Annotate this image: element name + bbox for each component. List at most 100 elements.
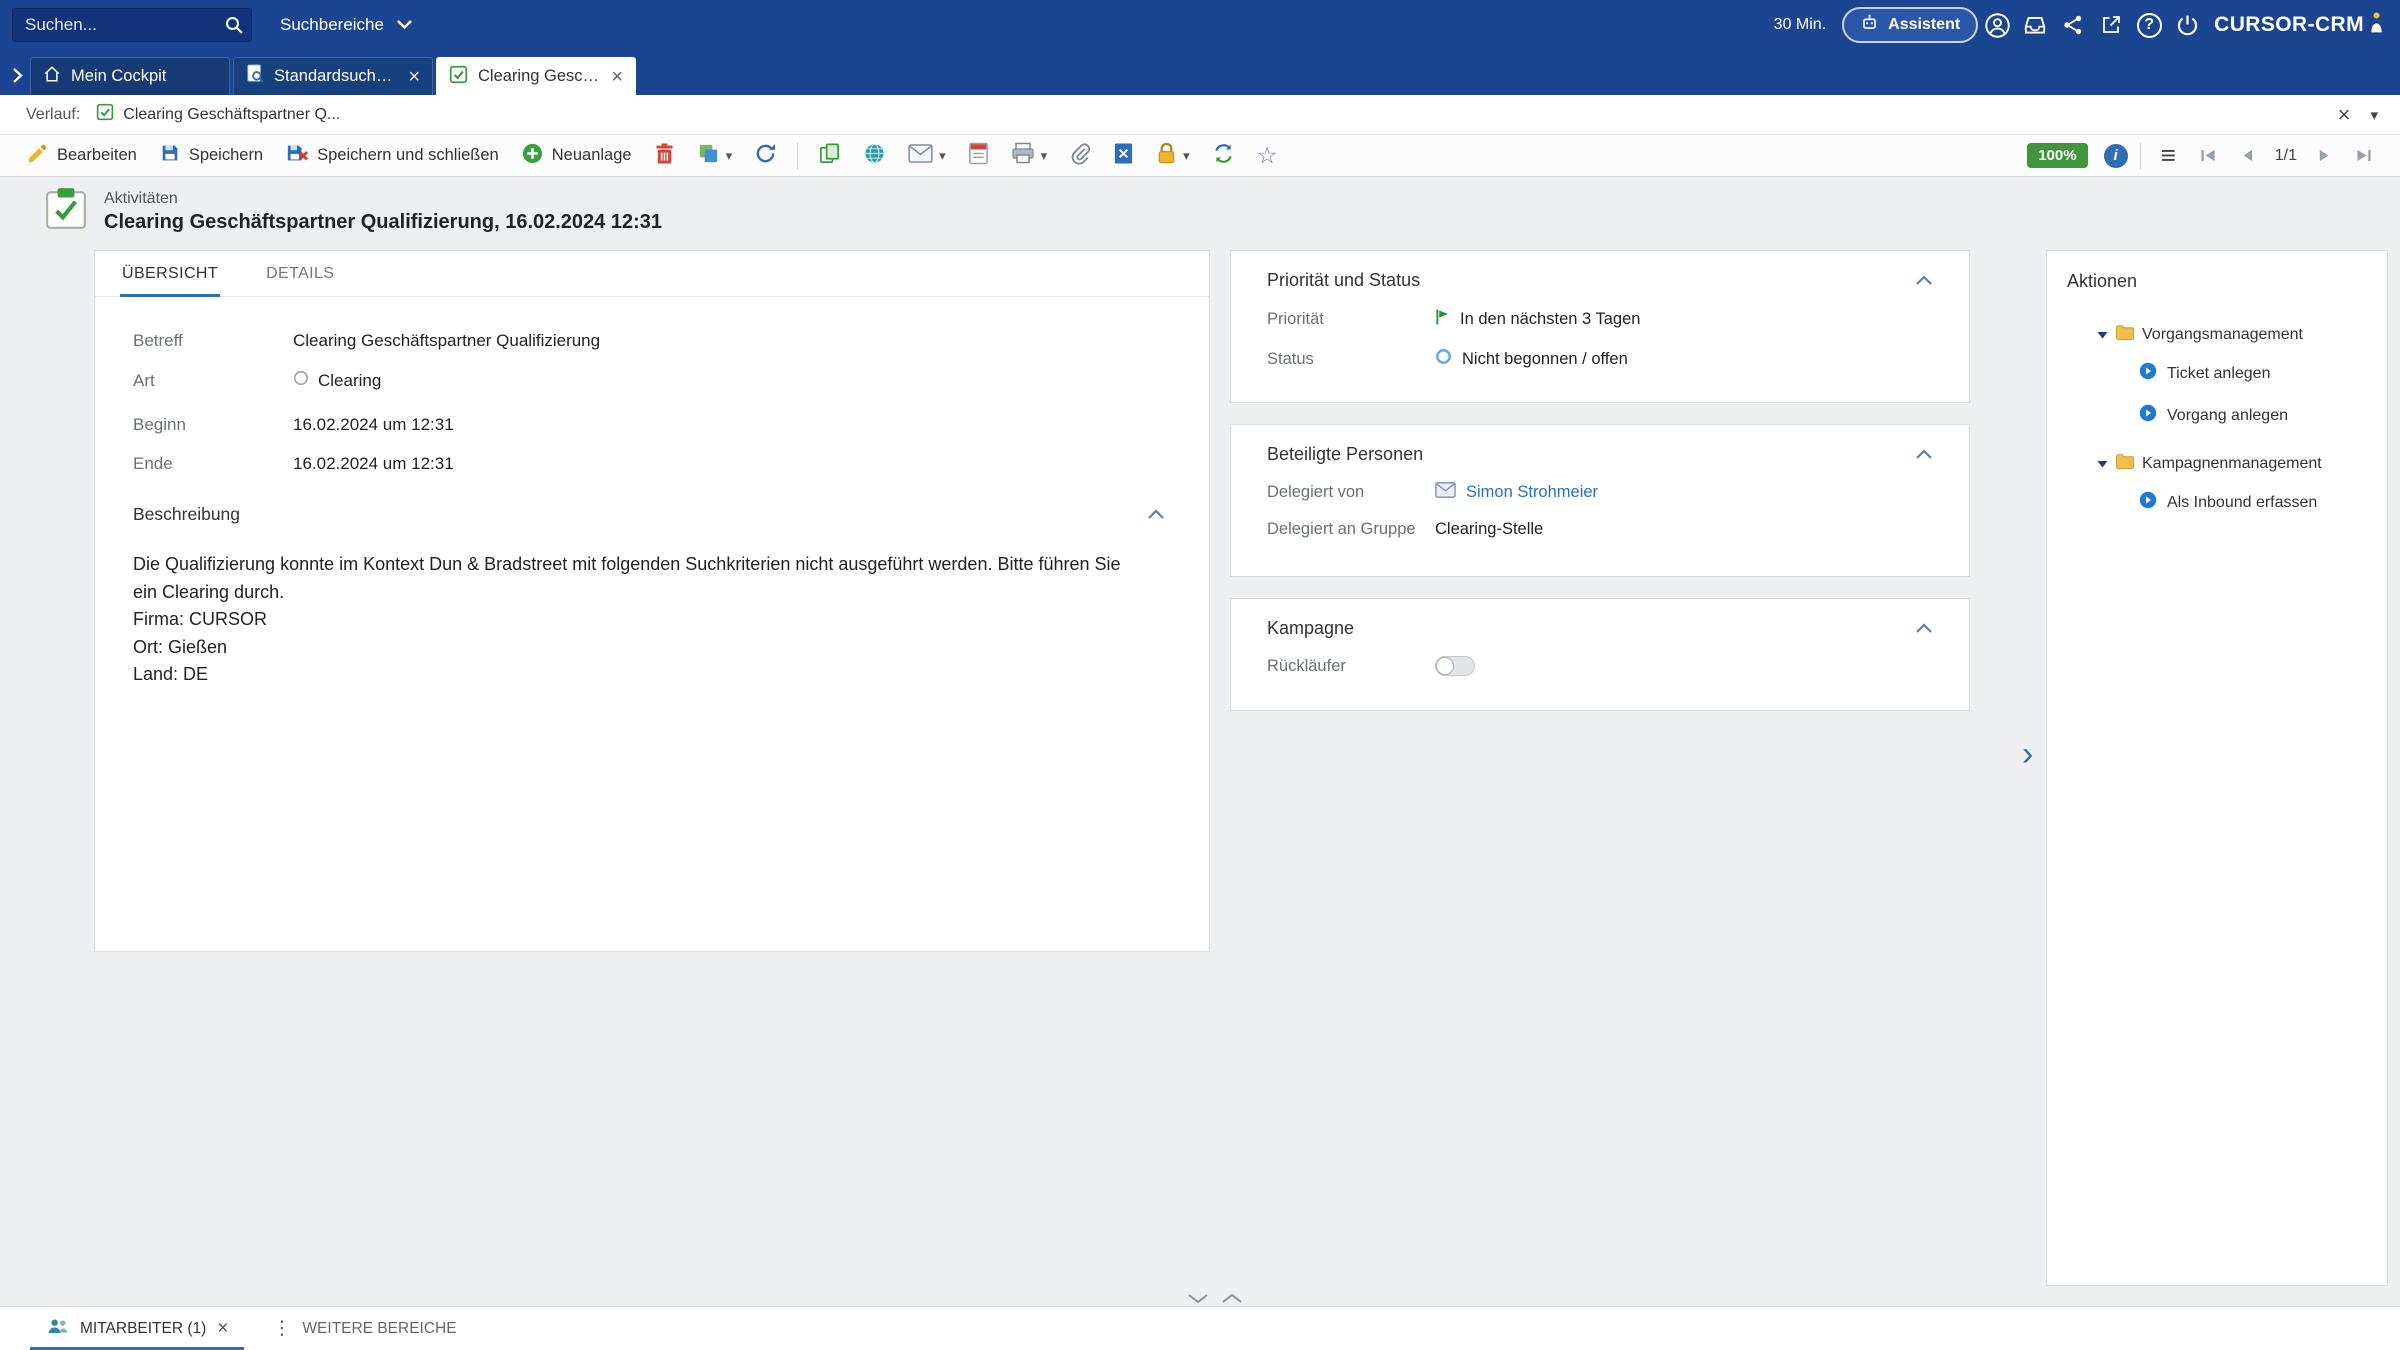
chevron-down-icon[interactable]: ▾: [2370, 106, 2378, 124]
chevron-down-icon: ▾: [1183, 148, 1190, 164]
favorite-button[interactable]: ☆: [1249, 139, 1286, 173]
person-link[interactable]: Simon Strohmeier: [1466, 483, 1598, 502]
workflow-button[interactable]: [1204, 139, 1243, 173]
help-icon[interactable]: ?: [2130, 6, 2168, 44]
chevron-up-icon[interactable]: [1220, 1292, 1244, 1305]
people-icon: [46, 1317, 69, 1341]
action-ticket-anlegen[interactable]: Ticket anlegen: [2067, 362, 2367, 385]
field-value: 16.02.2024 um 12:31: [293, 454, 454, 474]
help-glyph: ?: [2137, 13, 2162, 38]
folder-icon: [2115, 453, 2135, 474]
tab-label: Standardsuche für G...: [274, 67, 398, 86]
status-circle-icon: [1435, 348, 1452, 370]
chevron-up-icon[interactable]: [1147, 509, 1165, 520]
email-button[interactable]: ▾: [900, 139, 954, 173]
persons-card: Beteiligte Personen Delegiert von Simon …: [1230, 424, 1970, 577]
tab-standardsuche[interactable]: Standardsuche für G... ×: [233, 57, 433, 95]
tab-details[interactable]: DETAILS: [264, 251, 336, 296]
more-areas-label: WEITERE BEREICHE: [302, 1320, 456, 1338]
action-label: Vorgang anlegen: [2167, 407, 2288, 425]
new-label: Neuanlage: [552, 146, 632, 165]
field-label: Art: [133, 371, 293, 391]
tab-uebersicht[interactable]: ÜBERSICHT: [120, 251, 220, 296]
chevron-down-icon: ▾: [939, 148, 946, 164]
expand-panel-chevron[interactable]: ›: [2022, 737, 2033, 771]
search-input[interactable]: [12, 8, 252, 42]
export-document-button[interactable]: [960, 139, 997, 173]
record-header-text: Aktivitäten Clearing Geschäftspartner Qu…: [104, 190, 662, 234]
tree-group-vorgangsmanagement[interactable]: Vorgangsmanagement: [2067, 324, 2367, 345]
history-bar: Verlauf: Clearing Geschäftspartner Q... …: [0, 95, 2400, 135]
panel-resize-chevrons: [1186, 1292, 1244, 1305]
priority-value: In den nächsten 3 Tagen: [1460, 310, 1640, 329]
next-page-button[interactable]: [2309, 148, 2340, 163]
copy-sheets-icon: [697, 142, 720, 170]
search-areas-dropdown[interactable]: Suchbereiche: [280, 15, 413, 35]
first-page-button[interactable]: [2190, 148, 2226, 163]
assistant-robot-icon: [1860, 13, 1879, 37]
copy-button[interactable]: ▾: [689, 139, 741, 173]
action-vorgang-anlegen[interactable]: Vorgang anlegen: [2067, 404, 2367, 427]
action-als-inbound-erfassen[interactable]: Als Inbound erfassen: [2067, 491, 2367, 514]
chevron-up-icon[interactable]: [1915, 275, 1933, 286]
tree-items: Als Inbound erfassen: [2067, 491, 2367, 514]
prev-page-button[interactable]: [2232, 148, 2263, 163]
tree-group-kampagnenmanagement[interactable]: Kampagnenmanagement: [2067, 453, 2367, 474]
search-doc-icon: [246, 64, 264, 89]
chevron-up-icon[interactable]: [1915, 449, 1933, 460]
overview-card-tabs: ÜBERSICHT DETAILS: [95, 251, 1209, 297]
delegated-group-row: Delegiert an Gruppe Clearing-Stelle: [1231, 520, 1969, 539]
mail-icon[interactable]: [1435, 482, 1456, 503]
edit-button[interactable]: Bearbeiten: [18, 139, 145, 173]
assistant-button[interactable]: Assistent: [1842, 7, 1978, 43]
last-page-button[interactable]: [2346, 148, 2382, 163]
ruecklaeufer-toggle[interactable]: [1435, 656, 1475, 676]
printer-icon: [1011, 142, 1035, 169]
lock-button[interactable]: ▾: [1148, 139, 1198, 173]
chevron-down-icon[interactable]: [1186, 1292, 1210, 1305]
globe-icon: [863, 142, 886, 170]
info-icon[interactable]: i: [2104, 144, 2128, 168]
toggle-knob: [1436, 657, 1454, 675]
tree-group-label: Kampagnenmanagement: [2142, 455, 2322, 473]
print-button[interactable]: ▾: [1003, 139, 1056, 173]
more-areas-button[interactable]: ⋮ WEITERE BEREICHE: [272, 1317, 456, 1340]
account-icon[interactable]: [1978, 6, 2016, 44]
inbox-icon[interactable]: [2016, 6, 2054, 44]
chevron-up-icon[interactable]: [1915, 623, 1933, 634]
menu-icon[interactable]: ≡: [2153, 140, 2184, 171]
art-value: Clearing: [318, 371, 381, 391]
radio-icon[interactable]: [293, 370, 309, 391]
brand-icon: [2369, 10, 2384, 40]
history-item[interactable]: Clearing Geschäftspartner Q...: [96, 103, 340, 126]
duplicate-check-button[interactable]: [810, 139, 849, 173]
sync-arrows-icon: [1212, 142, 1235, 170]
close-tab-icon[interactable]: ×: [611, 67, 623, 87]
close-tab-icon[interactable]: ×: [408, 67, 420, 87]
open-window-icon[interactable]: [2092, 6, 2130, 44]
map-button[interactable]: [855, 139, 894, 173]
logout-power-icon[interactable]: [2168, 6, 2206, 44]
tab-clearing[interactable]: Clearing Geschäftspa... ×: [436, 57, 636, 95]
play-circle-icon: [2139, 491, 2157, 514]
tab-mein-cockpit[interactable]: Mein Cockpit: [30, 57, 230, 95]
row-label: Delegiert an Gruppe: [1267, 520, 1435, 539]
close-tab-icon[interactable]: ×: [217, 1319, 228, 1338]
zoom-badge[interactable]: 100%: [2027, 143, 2087, 168]
excel-export-button[interactable]: [1105, 139, 1142, 173]
tabs-overflow-chevron[interactable]: [4, 67, 30, 84]
save-button[interactable]: Speichern: [151, 139, 271, 173]
save-close-button[interactable]: Speichern und schließen: [277, 139, 507, 173]
close-icon[interactable]: ×: [2338, 102, 2351, 128]
attachment-button[interactable]: [1061, 139, 1099, 173]
delete-button[interactable]: [646, 139, 683, 173]
refresh-button[interactable]: [746, 139, 785, 173]
lock-icon: [1156, 142, 1177, 170]
bottom-tab-mitarbeiter[interactable]: MITARBEITER (1) ×: [30, 1307, 244, 1350]
share-icon[interactable]: [2054, 6, 2092, 44]
history-item-label: Clearing Geschäftspartner Q...: [123, 106, 340, 124]
history-bar-controls: × ▾: [2338, 102, 2378, 128]
search-icon[interactable]: [224, 15, 244, 40]
new-button[interactable]: Neuanlage: [513, 139, 640, 173]
tab-bar: Mein Cockpit Standardsuche für G... × Cl…: [0, 50, 2400, 95]
